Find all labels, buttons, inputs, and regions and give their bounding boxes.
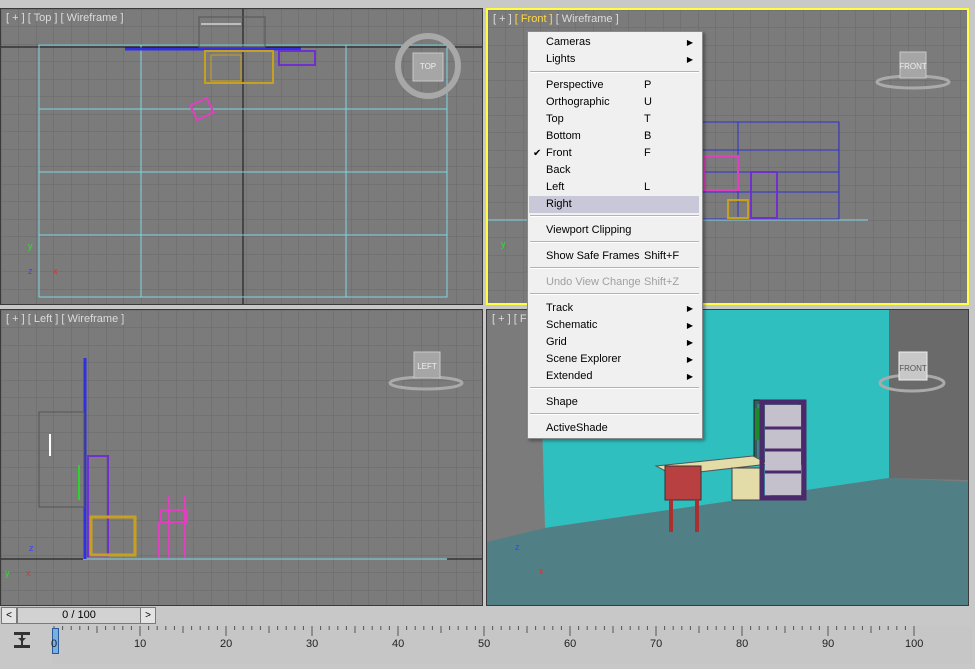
track-bar-toggle-icon[interactable] (12, 630, 32, 650)
menu-item-track[interactable]: Track ▶ (529, 300, 699, 317)
menu-separator (530, 413, 699, 415)
ruler-label: 10 (134, 638, 147, 650)
axis-x-label-persp: x (539, 566, 544, 576)
viewcube-front[interactable]: FRONT (898, 62, 928, 71)
perspective-viewport-label[interactable]: [ + ] [ F (492, 313, 527, 325)
menu-item-show-safe-frames[interactable]: Show Safe Frames Shift+F (529, 248, 699, 265)
menu-item-front[interactable]: ✔ Front F (529, 145, 699, 162)
menu-item-lights[interactable]: Lights ▶ (529, 51, 699, 68)
menu-item-extended[interactable]: Extended ▶ (529, 368, 699, 385)
ruler-label: 70 (650, 638, 663, 650)
time-slider-thumb[interactable]: 0 / 100 (17, 607, 141, 624)
viewport-top[interactable]: [ + ] [ Top ] [ Wireframe ] TOP y z x (0, 8, 483, 305)
menu-separator (530, 215, 699, 217)
viewcube-perspective[interactable]: FRONT (899, 364, 927, 373)
viewcube-top[interactable]: TOP (413, 62, 443, 71)
menu-item-back[interactable]: Back (529, 162, 699, 179)
menu-item-viewport-clipping[interactable]: Viewport Clipping (529, 222, 699, 239)
menu-item-right[interactable]: Right (529, 196, 699, 213)
time-slider-bar: < 0 / 100 > (0, 607, 975, 625)
ruler-label: 0 (51, 638, 58, 650)
menu-separator (530, 267, 699, 269)
ruler-label: 20 (220, 638, 233, 650)
menu-item-scene-explorer[interactable]: Scene Explorer ▶ (529, 351, 699, 368)
menu-item-top[interactable]: Top T (529, 111, 699, 128)
viewport-context-menu: Cameras ▶ Lights ▶ Perspective P Orthograph… (527, 31, 703, 439)
axis-y-label-left: y (5, 568, 10, 578)
menu-item-bottom[interactable]: Bottom B (529, 128, 699, 145)
menu-item-grid[interactable]: Grid ▶ (529, 334, 699, 351)
viewcube-left[interactable]: LEFT (412, 362, 442, 371)
ruler-label: 60 (564, 638, 577, 650)
menu-item-schematic[interactable]: Schematic ▶ (529, 317, 699, 334)
checkmark-icon: ✔ (533, 148, 542, 159)
ruler-label: 90 (822, 638, 835, 650)
menu-item-cameras[interactable]: Cameras ▶ (529, 34, 699, 51)
left-viewport-scene (1, 310, 482, 605)
menu-item-orthographic[interactable]: Orthographic U (529, 94, 699, 111)
menu-item-activeshade[interactable]: ActiveShade (529, 420, 699, 437)
axis-y-label-front: y (501, 239, 506, 249)
axis-z-label-left: z (29, 543, 34, 553)
track-bar-ruler[interactable]: 0 10 20 30 40 50 60 70 80 90 100 (51, 626, 972, 664)
menu-separator (530, 71, 699, 73)
ruler-label: 100 (905, 638, 924, 650)
axis-z-label-persp: z (515, 542, 520, 552)
menu-separator (530, 241, 699, 243)
menu-item-perspective[interactable]: Perspective P (529, 77, 699, 94)
left-viewport-label[interactable]: [ + ] [ Left ] [ Wireframe ] (6, 313, 124, 325)
menu-item-left[interactable]: Left L (529, 179, 699, 196)
axis-y-label: y (28, 241, 33, 251)
menu-separator (530, 387, 699, 389)
axis-x-label: x (53, 266, 58, 276)
viewport-left[interactable]: [ + ] [ Left ] [ Wireframe ] LEFT z y x (0, 309, 483, 606)
front-viewport-label[interactable]: [ + ] [ Front ] [ Wireframe ] (493, 13, 619, 25)
ruler-label: 40 (392, 638, 405, 650)
axis-z-label: z (28, 266, 33, 276)
time-slider-next-button[interactable]: > (140, 607, 156, 624)
top-viewport-label[interactable]: [ + ] [ Top ] [ Wireframe ] (6, 12, 124, 24)
ruler-label: 50 (478, 638, 491, 650)
menu-separator (530, 293, 699, 295)
axis-x-label-left: x (26, 568, 31, 578)
menu-item-shape[interactable]: Shape (529, 394, 699, 411)
ruler-label: 80 (736, 638, 749, 650)
menu-item-undo-view-change[interactable]: Undo View Change Shift+Z (529, 274, 699, 291)
time-slider-prev-button[interactable]: < (1, 607, 17, 624)
ruler-label: 30 (306, 638, 319, 650)
top-viewport-scene (1, 9, 482, 304)
